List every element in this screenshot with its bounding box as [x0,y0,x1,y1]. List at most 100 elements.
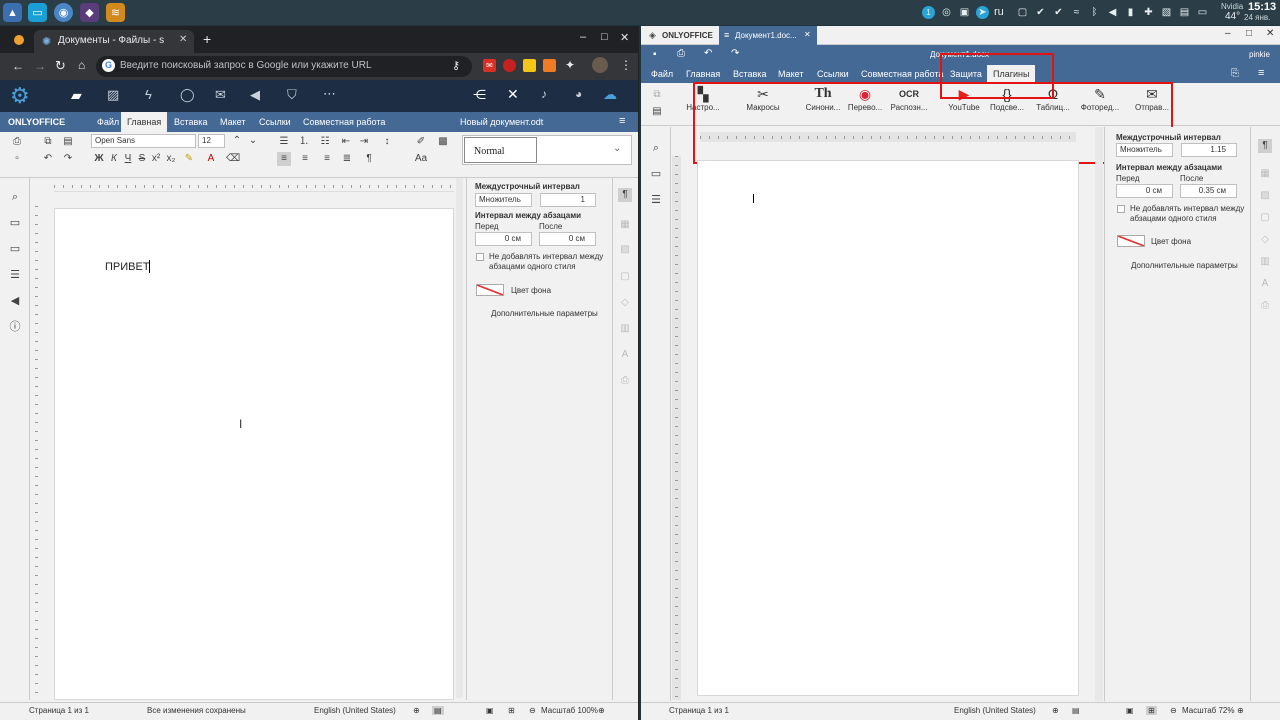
track-changes-icon[interactable]: ▤ [1072,706,1080,715]
zoom-level[interactable]: Масштаб 100% [541,706,598,715]
display-icon[interactable]: ▭ [1196,6,1209,19]
background-color-picker[interactable] [476,284,504,296]
clipboard-icon[interactable]: ▣ [958,6,971,19]
volume-icon[interactable]: ◀ [1106,6,1119,19]
browser-icon[interactable]: ◉ [54,3,73,22]
clear-format-icon[interactable]: ⌫ [226,152,240,166]
keyboard-layout[interactable]: ru [994,6,1004,18]
page-counter[interactable]: Страница 1 из 1 [669,706,729,715]
horizontal-ruler[interactable] [700,132,1076,142]
files-icon[interactable]: ▭ [28,3,47,22]
rss-extension-icon[interactable] [543,59,556,72]
spacing-before-input[interactable]: 0 см [475,232,532,246]
navigation-icon[interactable]: ☰ [8,268,22,282]
numbering-icon[interactable]: ⒈ [297,135,311,149]
telegram-icon[interactable]: ➤ [976,6,989,19]
vertical-ruler[interactable] [31,206,41,696]
check-icon[interactable]: ✔ [1034,6,1047,19]
signature-icon[interactable]: ⎙ [618,374,632,388]
files-app-icon[interactable]: ▰ [71,87,82,104]
menu-tab-1[interactable]: Главная [121,112,168,132]
activity-app-icon[interactable]: ϟ [145,87,152,102]
hamburger-icon[interactable]: ≡ [619,115,625,127]
security-app-icon[interactable]: ⛉ [287,87,297,103]
copy-style-icon[interactable]: ✐ [414,135,428,149]
menu-tab-5[interactable]: Совместная работа [297,112,391,132]
comments-icon[interactable]: ▭ [8,216,22,230]
italic-icon[interactable]: К [107,152,121,166]
vertical-scrollbar[interactable] [1095,127,1103,701]
feedback-icon[interactable]: ◀ [8,294,22,308]
gamepad-icon[interactable]: ✚ [1142,6,1155,19]
document-page[interactable]: ПРИВЕТ I [54,208,454,700]
audio-app-icon[interactable]: ◀ [250,87,260,103]
background-color-picker[interactable] [1117,235,1145,247]
style-gallery[interactable]: Normal ⌄ [462,135,632,165]
decrease-font-icon[interactable]: ⌄ [246,134,260,148]
paste-icon[interactable]: ▤ [650,105,664,119]
omnibox[interactable]: G Введите поисковый запрос в Google или … [96,56,472,77]
redo-icon[interactable]: ↷ [61,152,75,166]
language-select[interactable]: English (United States) [314,706,396,715]
table-settings-icon[interactable]: ▦ [1258,167,1272,181]
no-interval-checkbox[interactable] [1117,205,1125,213]
subscript-icon[interactable]: x₂ [164,152,178,166]
new-tab-button[interactable]: + [203,31,211,47]
justify-icon[interactable]: ≣ [340,152,354,166]
edit-extension-icon[interactable] [523,59,536,72]
copy-icon[interactable]: ⧉ [650,88,664,102]
menu-tab-2[interactable]: Вставка [727,65,772,83]
back-icon[interactable]: ← [12,59,24,73]
window-menu-icon[interactable] [14,35,24,45]
menu-tab-2[interactable]: Вставка [168,112,213,132]
zoom-level[interactable]: Масштаб 72% [1182,706,1234,715]
shading-icon[interactable]: ▩ [436,135,450,149]
advanced-settings-link[interactable]: Дополнительные параметры [1131,261,1238,270]
paste-icon[interactable]: ▤ [61,135,75,149]
extensions-icon[interactable]: ✦ [565,58,575,72]
horizontal-ruler[interactable] [54,180,454,192]
paragraph-settings-icon[interactable]: ¶ [1258,139,1272,153]
font-name-select[interactable]: Open Sans [91,134,196,148]
document-page[interactable] [697,160,1079,696]
comments-icon[interactable]: ▭ [649,167,663,181]
screenshot-icon[interactable]: ▧ [1160,6,1173,19]
increase-font-icon[interactable]: ⌃ [230,134,244,148]
spacing-before-input[interactable]: 0 см [1116,184,1173,198]
highlight-icon[interactable]: ✎ [182,152,196,166]
menu-tab-1[interactable]: Главная [680,65,726,83]
line-spacing-value-input[interactable]: 1 [540,193,596,207]
forward-icon[interactable]: → [34,59,46,73]
style-gallery-expand-icon[interactable]: ⌄ [613,143,621,154]
battery-icon[interactable]: ▮ [1124,6,1137,19]
underline-icon[interactable]: Ч [121,152,135,166]
language-select[interactable]: English (United States) [954,706,1036,715]
window-maximize-icon[interactable]: □ [1246,28,1252,39]
key-icon[interactable]: ⚷ [452,59,460,72]
menu-tab-4[interactable]: Ссылки [253,112,297,132]
bullets-icon[interactable]: ☰ [277,135,291,149]
reload-icon[interactable]: ↻ [55,58,66,74]
cloud-logo-icon[interactable]: ⚙ [10,83,30,109]
fit-page-icon[interactable]: ▣ [486,706,494,715]
stack-app-icon[interactable]: ≋ [106,3,125,22]
bold-icon[interactable]: Ж [92,152,106,166]
undo-icon[interactable]: ↶ [704,48,712,59]
about-icon[interactable]: ⓘ [8,320,22,334]
align-right-icon[interactable]: ≡ [320,152,334,166]
line-spacing-value-input[interactable]: 1.15 [1181,143,1237,157]
table-settings-icon[interactable]: ▦ [618,218,632,232]
maximize-icon[interactable]: □ [601,31,608,43]
save-icon[interactable]: ▫ [10,152,24,166]
document-tab[interactable]: ≡ Документ1.doc... ✕ [719,26,817,45]
text-art-icon[interactable]: A [618,348,632,362]
spacing-after-input[interactable]: 0 см [539,232,596,246]
window-close-icon[interactable]: ✕ [1266,28,1274,39]
header-footer-icon[interactable]: ▢ [618,270,632,284]
profile-avatar[interactable] [592,57,608,73]
decrease-indent-icon[interactable]: ⇤ [339,135,353,149]
zoom-in-icon[interactable]: ⊕ [598,706,605,715]
close-editor-icon[interactable]: ✕ [507,86,519,103]
save-icon[interactable]: ▪ [653,49,657,60]
undo-icon[interactable]: ↶ [41,152,55,166]
